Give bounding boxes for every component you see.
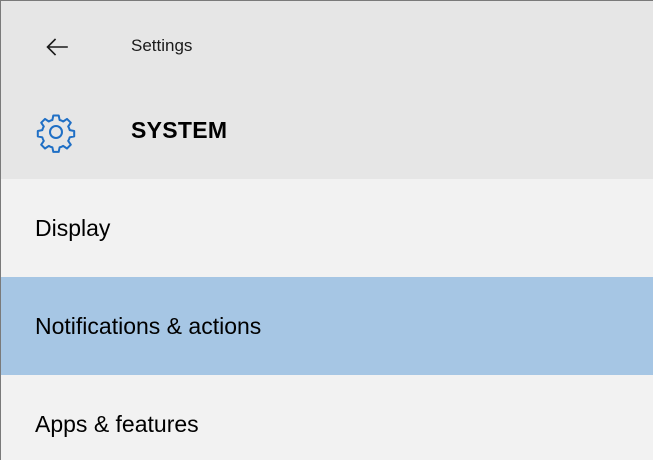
app-title: Settings xyxy=(131,36,193,55)
gear-icon xyxy=(36,114,76,153)
settings-header: Settings SYSTEM xyxy=(1,1,653,179)
section-title: SYSTEM xyxy=(131,117,228,143)
nav-item-label: Apps & features xyxy=(35,411,199,437)
settings-window: Settings SYSTEM Display Notifications & … xyxy=(0,0,653,460)
section-header: SYSTEM xyxy=(1,93,653,179)
system-nav-list: Display Notifications & actions Apps & f… xyxy=(1,179,653,460)
back-arrow-icon xyxy=(46,38,68,56)
title-bar: Settings xyxy=(1,1,653,93)
nav-item-display[interactable]: Display xyxy=(1,179,653,277)
nav-item-label: Notifications & actions xyxy=(35,312,262,339)
nav-item-label: Display xyxy=(35,214,111,241)
nav-item-notifications-actions[interactable]: Notifications & actions xyxy=(1,277,653,375)
back-button[interactable] xyxy=(37,27,77,67)
nav-item-apps-features[interactable]: Apps & features xyxy=(1,375,653,460)
